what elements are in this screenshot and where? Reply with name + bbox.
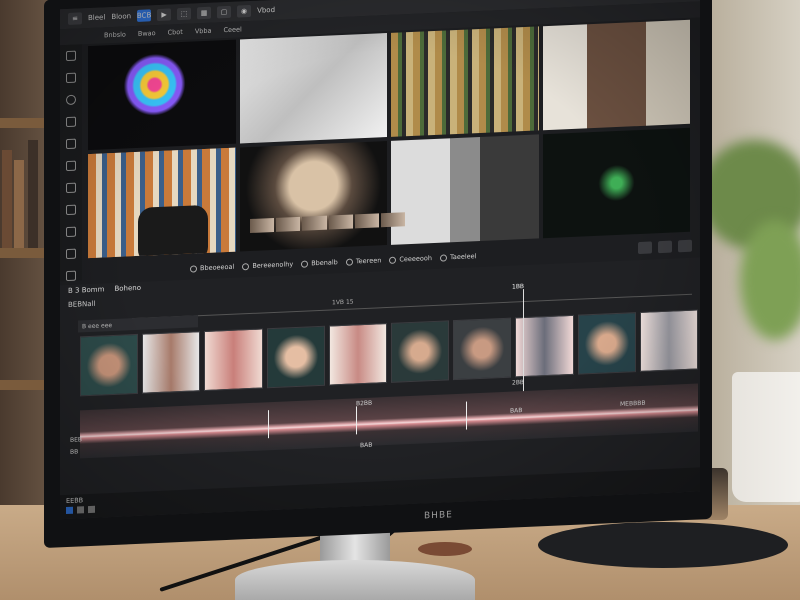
media-thumbnail[interactable] bbox=[391, 26, 539, 137]
video-clip[interactable] bbox=[204, 328, 263, 391]
audio-marker[interactable] bbox=[268, 410, 269, 439]
select-icon[interactable] bbox=[66, 50, 76, 62]
camera-lens bbox=[138, 204, 208, 259]
media-thumbnail[interactable] bbox=[88, 147, 236, 259]
menu-item[interactable]: Bwao bbox=[138, 29, 156, 38]
audio-label: B2BB bbox=[356, 399, 373, 408]
audio-marker[interactable] bbox=[356, 406, 357, 435]
crop-icon[interactable]: ⬚ bbox=[177, 7, 192, 21]
coaster bbox=[418, 542, 472, 556]
status-text: EEBB bbox=[66, 496, 84, 506]
menu-item[interactable]: Bnbslo bbox=[104, 30, 126, 39]
top-right-label: Vbod bbox=[257, 5, 276, 15]
menu-item[interactable]: Ceeel bbox=[224, 25, 242, 34]
timeline-header: B 3 Bomm Boheno bbox=[68, 284, 141, 295]
playhead-time: 2BB bbox=[512, 379, 525, 387]
mousepad bbox=[538, 522, 788, 568]
circle-icon[interactable] bbox=[66, 94, 76, 106]
tool-sidebar bbox=[60, 44, 82, 282]
text-icon[interactable] bbox=[66, 226, 76, 238]
book bbox=[2, 150, 12, 248]
play-icon[interactable]: ▶ bbox=[157, 8, 172, 22]
monitor-brand-label: BHBE bbox=[424, 510, 453, 522]
share-icon[interactable] bbox=[66, 506, 73, 515]
record-icon[interactable]: ◉ bbox=[237, 4, 252, 18]
top-button-2[interactable]: Bloon bbox=[111, 12, 131, 21]
track-label: BEBNall bbox=[68, 299, 96, 309]
pen-icon[interactable] bbox=[66, 72, 76, 84]
monitor-base bbox=[235, 560, 475, 600]
fire-icon[interactable] bbox=[66, 248, 76, 260]
menu-item[interactable]: Vbba bbox=[195, 27, 212, 36]
book bbox=[28, 140, 38, 248]
track-right-label: MEBBBB bbox=[620, 399, 646, 408]
track-dropdown[interactable]: B eee eee bbox=[78, 315, 198, 333]
video-editor-app: ≡ Bleel Bloon BCB ▶ ⬚ ▦ ▢ ◉ Vbod Bnbslo … bbox=[60, 0, 700, 520]
lock-icon[interactable] bbox=[66, 204, 76, 216]
fit-button[interactable] bbox=[658, 240, 672, 254]
status-icons bbox=[66, 505, 95, 515]
toolbar-item[interactable]: Bbenalb bbox=[301, 258, 338, 268]
media-thumbnail[interactable] bbox=[239, 33, 387, 144]
audio-marker[interactable] bbox=[466, 401, 467, 430]
toolbar-item[interactable]: Bbeoeeoal bbox=[190, 263, 234, 273]
audio-label: BAB bbox=[360, 441, 373, 450]
video-clip[interactable] bbox=[453, 317, 512, 381]
track-left-label: BEB bbox=[70, 436, 83, 444]
menu-item[interactable]: Cbot bbox=[168, 28, 183, 37]
folder-icon[interactable] bbox=[77, 506, 84, 514]
video-clip[interactable] bbox=[515, 314, 574, 378]
top-button-1[interactable]: Bleel bbox=[88, 13, 105, 22]
audio-track[interactable] bbox=[80, 383, 698, 459]
top-button-3[interactable]: BCB bbox=[137, 9, 151, 22]
plant-pot bbox=[732, 372, 800, 502]
view-controls bbox=[638, 239, 692, 255]
video-clip[interactable] bbox=[577, 312, 636, 375]
toolbar-item[interactable]: Ceeeeooh bbox=[389, 254, 432, 264]
video-clip[interactable] bbox=[391, 320, 450, 383]
fullscreen-button[interactable] bbox=[678, 239, 692, 253]
crop-icon[interactable] bbox=[66, 160, 76, 172]
video-clip[interactable] bbox=[80, 333, 139, 397]
settings-icon[interactable] bbox=[88, 505, 95, 514]
toolbar-item[interactable]: Taeeleel bbox=[439, 252, 476, 262]
media-thumbnail[interactable] bbox=[542, 19, 690, 131]
menu-icon[interactable]: ≡ bbox=[68, 12, 82, 25]
flag-icon[interactable] bbox=[66, 270, 76, 282]
toolbar-item[interactable]: Bereeenolhy bbox=[242, 260, 293, 270]
document-icon[interactable]: ▢ bbox=[217, 5, 232, 19]
ruler-label: 1VB 15 bbox=[332, 298, 354, 307]
grid-icon[interactable]: ▦ bbox=[197, 6, 212, 20]
media-thumbnail[interactable] bbox=[542, 127, 690, 239]
video-clip[interactable] bbox=[266, 325, 325, 389]
timeline-title: B 3 Bomm bbox=[68, 285, 105, 295]
toolbar-item[interactable]: Teereen bbox=[345, 256, 381, 266]
monitor: ≡ Bleel Bloon BCB ▶ ⬚ ▦ ▢ ◉ Vbod Bnbslo … bbox=[44, 0, 712, 549]
gear-icon[interactable] bbox=[66, 138, 76, 150]
track-left-label: BB bbox=[70, 448, 79, 456]
wave-icon[interactable] bbox=[66, 116, 76, 128]
video-clip[interactable] bbox=[142, 331, 201, 394]
book bbox=[14, 160, 24, 248]
audio-label: BAB bbox=[510, 407, 523, 415]
zoom-button[interactable] bbox=[638, 241, 652, 255]
video-clip[interactable] bbox=[328, 323, 388, 386]
cursor-icon[interactable] bbox=[66, 182, 76, 194]
media-thumbnail[interactable] bbox=[239, 141, 387, 252]
media-thumbnail[interactable] bbox=[88, 39, 236, 151]
media-thumbnail[interactable] bbox=[391, 134, 539, 245]
timeline-subtitle: Boheno bbox=[114, 283, 141, 293]
video-clip[interactable] bbox=[639, 309, 699, 372]
